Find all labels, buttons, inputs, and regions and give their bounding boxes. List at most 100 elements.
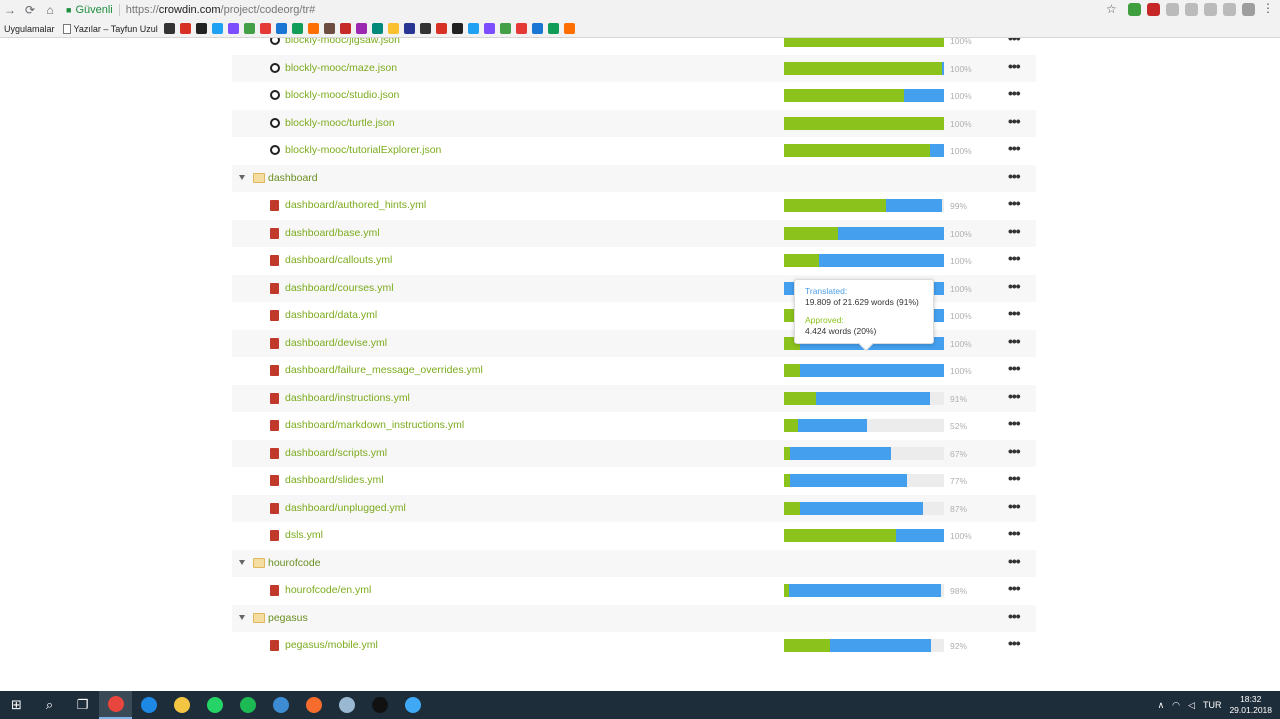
file-name-link[interactable]: blockly-mooc/turtle.json (285, 117, 395, 129)
more-options-icon[interactable]: ••• (1008, 333, 1021, 349)
chrome-icon[interactable] (99, 691, 132, 719)
file-name-link[interactable]: dashboard/markdown_instructions.yml (285, 419, 464, 431)
folder-name[interactable]: pegasus (268, 612, 308, 624)
extension-icon[interactable] (1147, 3, 1160, 16)
clock[interactable]: 18:32 29.01.2018 (1229, 694, 1272, 716)
more-options-icon[interactable]: ••• (1008, 525, 1021, 541)
progress-bar[interactable] (784, 584, 944, 597)
bookmark-favicon-icon[interactable] (371, 23, 383, 34)
search-icon[interactable]: ⌕ (33, 691, 66, 719)
more-options-icon[interactable]: ••• (1008, 278, 1021, 294)
bookmark-favicon-icon[interactable] (163, 23, 175, 34)
more-options-icon[interactable]: ••• (1008, 140, 1021, 156)
url-field[interactable]: https://crowdin.com/project/codeorg/tr# (126, 4, 316, 16)
whatsapp-icon[interactable] (198, 691, 231, 719)
file-name-link[interactable]: dashboard/scripts.yml (285, 447, 387, 459)
file-name-link[interactable]: dashboard/authored_hints.yml (285, 199, 426, 211)
more-options-icon[interactable]: ••• (1008, 58, 1021, 74)
more-options-icon[interactable]: ••• (1008, 360, 1021, 376)
folder-row[interactable]: hourofcode ••• (232, 549, 1036, 577)
forward-icon[interactable]: → (0, 3, 20, 17)
progress-bar[interactable] (784, 419, 944, 432)
file-name-link[interactable]: pegasus/mobile.yml (285, 639, 378, 651)
file-row[interactable]: dashboard/scripts.yml 67% ••• (232, 439, 1036, 467)
file-row[interactable]: pegasus/mobile.yml 92% ••• (232, 632, 1036, 659)
progress-bar[interactable] (784, 501, 944, 515)
bookmark-favicon-icon[interactable] (211, 23, 223, 34)
progress-bar[interactable] (784, 61, 944, 75)
file-row[interactable]: dashboard/unplugged.yml 87% ••• (232, 494, 1036, 522)
file-row[interactable]: blockly-mooc/tutorialExplorer.json 100% ••… (232, 137, 1036, 164)
app-link-icon[interactable] (396, 691, 429, 719)
more-options-icon[interactable]: ••• (1008, 443, 1021, 459)
extension-icon[interactable] (1166, 3, 1179, 16)
more-options-icon[interactable]: ••• (1008, 608, 1021, 624)
more-options-icon[interactable]: ••• (1008, 635, 1021, 651)
bookmark-favicon-icon[interactable] (227, 23, 239, 34)
bookmark-favicon-icon[interactable] (467, 23, 479, 34)
file-row[interactable]: dashboard/failure_message_overrides.yml 1… (232, 357, 1036, 384)
file-name-link[interactable]: dashboard/base.yml (285, 227, 380, 239)
folder-row[interactable]: pegasus ••• (232, 604, 1036, 632)
progress-bar[interactable] (784, 89, 944, 102)
more-options-icon[interactable]: ••• (1008, 168, 1021, 184)
bookmark-favicon-icon[interactable] (339, 23, 351, 34)
chevron-down-icon[interactable] (239, 614, 245, 620)
more-options-icon[interactable]: ••• (1008, 250, 1021, 266)
bookmark-favicon-icon[interactable] (435, 23, 447, 34)
app-black-icon[interactable] (363, 691, 396, 719)
file-row[interactable]: dashboard/instructions.yml 91% ••• (232, 384, 1036, 412)
bookmark-favicon-icon[interactable] (515, 23, 527, 34)
bookmark-favicon-icon[interactable] (419, 23, 431, 34)
progress-bar[interactable] (784, 446, 944, 460)
more-options-icon[interactable]: ••• (1008, 85, 1021, 101)
bookmark-favicon-icon[interactable] (259, 23, 271, 34)
extension-icon[interactable] (1204, 3, 1217, 16)
extension-icon[interactable] (1128, 3, 1141, 16)
file-explorer-icon[interactable] (165, 691, 198, 719)
language-indicator[interactable]: TUR (1203, 700, 1222, 710)
wifi-icon[interactable]: ◠ (1172, 700, 1180, 711)
file-name-link[interactable]: dashboard/instructions.yml (285, 392, 410, 404)
bookmark-favicon-icon[interactable] (291, 23, 303, 34)
file-row[interactable]: dashboard/base.yml 100% ••• (232, 219, 1036, 247)
progress-bar[interactable] (784, 38, 944, 47)
folder-name[interactable]: hourofcode (268, 557, 321, 569)
chevron-down-icon[interactable] (239, 559, 245, 565)
progress-bar[interactable] (784, 226, 944, 240)
volume-icon[interactable]: ◁ (1188, 700, 1195, 711)
progress-bar[interactable] (784, 364, 944, 377)
file-row[interactable]: dashboard/markdown_instructions.yml 52% ••… (232, 412, 1036, 439)
bookmark-favicon-icon[interactable] (243, 23, 255, 34)
chevron-up-icon[interactable]: ∧ (1158, 700, 1165, 711)
file-name-link[interactable]: dashboard/devise.yml (285, 337, 387, 349)
more-options-icon[interactable]: ••• (1008, 38, 1021, 46)
file-name-link[interactable]: dsls.yml (285, 529, 323, 541)
bookmark-favicon-icon[interactable] (195, 23, 207, 34)
file-row[interactable]: dashboard/slides.yml 77% ••• (232, 467, 1036, 494)
task-view-icon[interactable]: ❐ (66, 691, 99, 719)
file-name-link[interactable]: blockly-mooc/jigsaw.json (285, 38, 400, 46)
file-name-link[interactable]: blockly-mooc/maze.json (285, 62, 397, 74)
file-name-link[interactable]: dashboard/courses.yml (285, 282, 394, 294)
progress-bar[interactable] (784, 199, 944, 212)
bookmark-star-icon[interactable]: ☆ (1106, 2, 1117, 16)
bookmark-favicon-icon[interactable] (275, 23, 287, 34)
spotify-icon[interactable] (231, 691, 264, 719)
progress-bar[interactable] (784, 144, 944, 157)
progress-bar[interactable] (784, 474, 944, 487)
steam-icon[interactable] (330, 691, 363, 719)
more-options-icon[interactable]: ••• (1008, 388, 1021, 404)
file-name-link[interactable]: dashboard/unplugged.yml (285, 502, 406, 514)
bookmark-favicon-icon[interactable] (563, 23, 575, 34)
extension-icon[interactable] (1223, 3, 1236, 16)
windows-logo-icon[interactable]: ⊞ (0, 691, 33, 719)
bookmark-favicon-icon[interactable] (451, 23, 463, 34)
file-row[interactable]: blockly-mooc/studio.json 100% ••• (232, 82, 1036, 109)
progress-bar[interactable] (784, 639, 944, 652)
folder-row[interactable]: dashboard ••• (232, 164, 1036, 192)
file-row[interactable]: blockly-mooc/maze.json 100% ••• (232, 54, 1036, 82)
file-name-link[interactable]: dashboard/data.yml (285, 309, 377, 321)
progress-bar[interactable] (784, 116, 944, 130)
more-options-icon[interactable]: ••• (1008, 305, 1021, 321)
